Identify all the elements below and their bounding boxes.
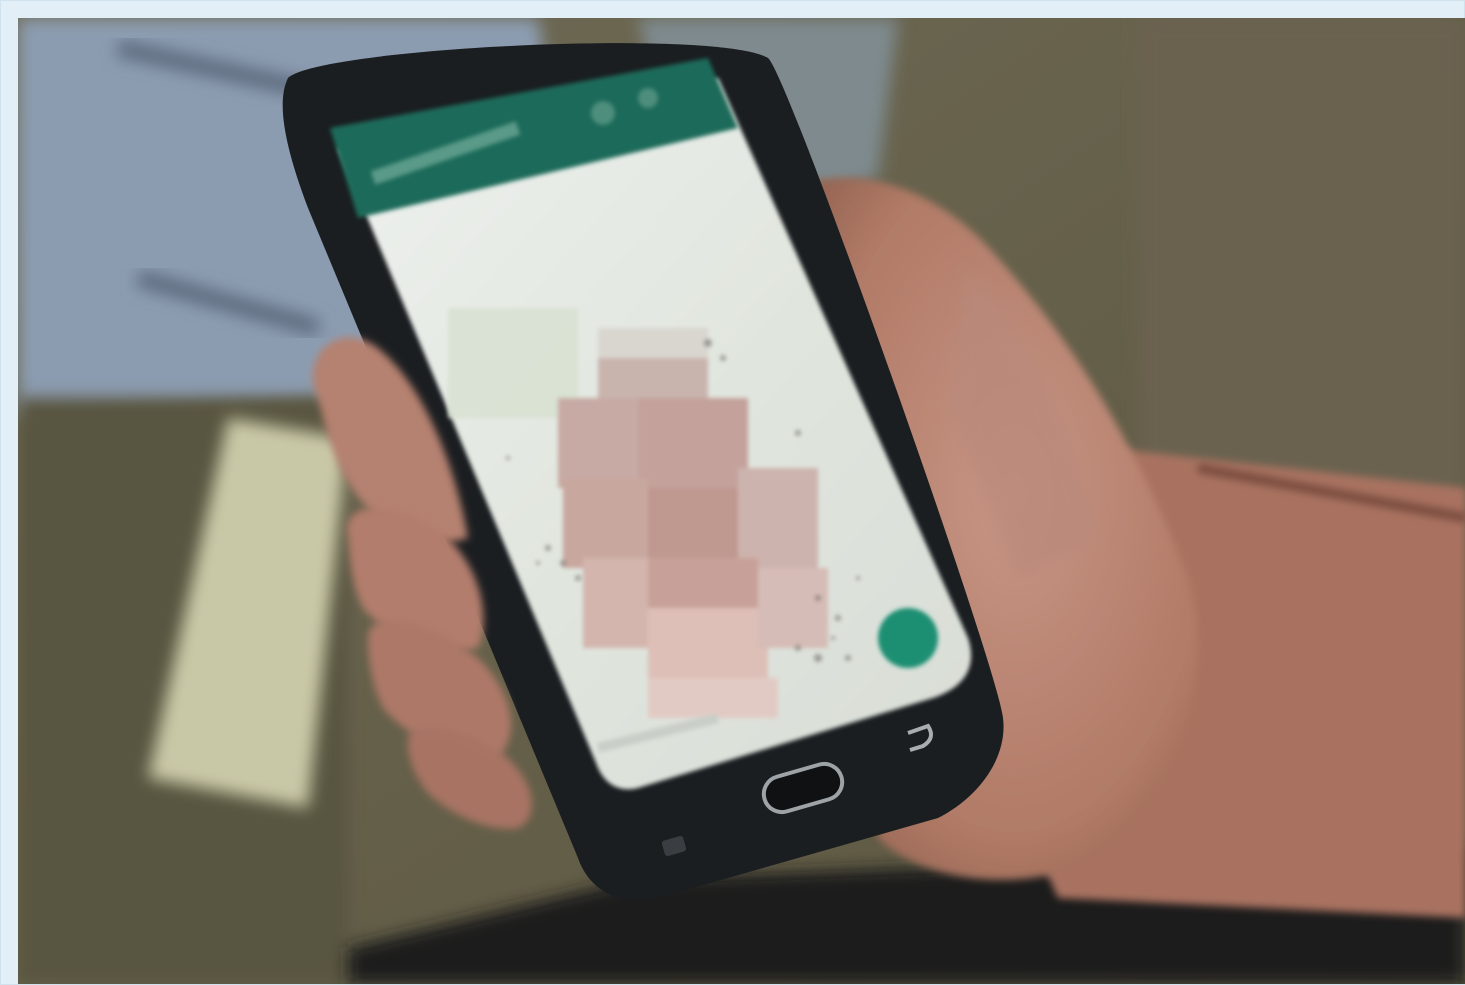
app-header-icon bbox=[591, 101, 615, 125]
app-header-icon bbox=[638, 88, 658, 108]
photo-scene bbox=[18, 18, 1465, 984]
image-frame bbox=[0, 0, 1465, 985]
photo bbox=[18, 18, 1465, 984]
